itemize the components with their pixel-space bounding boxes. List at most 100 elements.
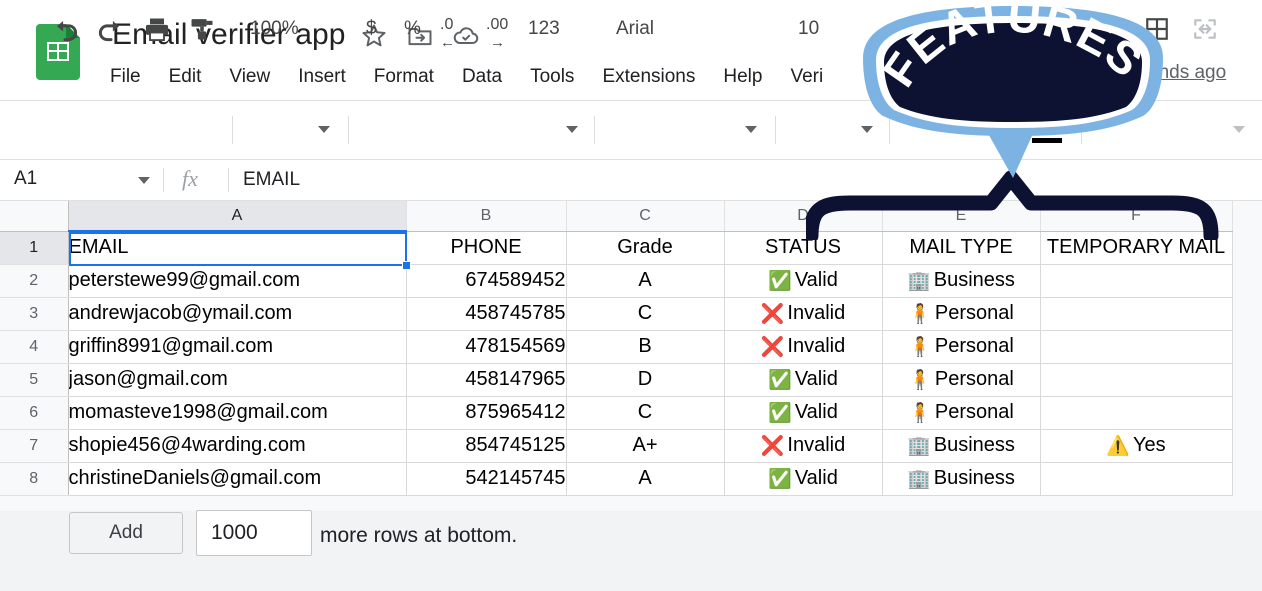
column-header-d[interactable]: D [724, 201, 883, 232]
font-family-selector[interactable]: Arial [616, 14, 654, 44]
cell-f3[interactable] [1040, 297, 1233, 331]
row-header-8[interactable]: 8 [0, 462, 69, 496]
font-size-caret-icon[interactable] [861, 126, 873, 133]
menu-item-tools[interactable]: Tools [516, 60, 588, 94]
cell-b3[interactable]: 458745785 [406, 297, 567, 331]
cell-b1[interactable]: PHONE [406, 231, 567, 265]
zoom-level[interactable]: 100% [250, 14, 299, 44]
cell-a4[interactable]: griffin8991@gmail.com [68, 330, 407, 364]
cell-f6[interactable] [1040, 396, 1233, 430]
menu-item-data[interactable]: Data [448, 60, 516, 94]
cell-f4[interactable] [1040, 330, 1233, 364]
cell-c8[interactable]: A [566, 462, 725, 496]
cell-d3[interactable]: ❌ Invalid [724, 297, 883, 331]
row-header-3[interactable]: 3 [0, 297, 69, 331]
font-family-caret-icon[interactable] [745, 126, 757, 133]
fill-handle[interactable] [402, 261, 411, 270]
borders-icon[interactable] [1144, 14, 1170, 44]
column-header-a[interactable]: A [68, 201, 407, 232]
cell-a3[interactable]: andrewjacob@ymail.com [68, 297, 407, 331]
redo-icon[interactable] [96, 14, 126, 44]
fill-color-icon[interactable] [1100, 14, 1126, 44]
paint-format-icon[interactable] [188, 14, 216, 44]
menu-item-file[interactable]: File [110, 60, 155, 94]
row-header-2[interactable]: 2 [0, 264, 69, 298]
merge-cells-icon[interactable] [1192, 14, 1218, 44]
text-color-swatch[interactable] [1032, 138, 1062, 143]
cell-d5[interactable]: ✅ Valid [724, 363, 883, 397]
cell-b5[interactable]: 458147965 [406, 363, 567, 397]
menu-item-insert[interactable]: Insert [284, 60, 360, 94]
cell-d1[interactable]: STATUS [724, 231, 883, 265]
cell-e1[interactable]: MAIL TYPE [882, 231, 1041, 265]
cell-b4[interactable]: 478154569 [406, 330, 567, 364]
font-size-selector[interactable]: 10 [798, 14, 819, 44]
bold-button[interactable]: B [905, 14, 920, 44]
cell-d8[interactable]: ✅ Valid [724, 462, 883, 496]
more-formats-button[interactable]: 123 [528, 14, 560, 44]
row-header-6[interactable]: 6 [0, 396, 69, 430]
menu-item-edit[interactable]: Edit [155, 60, 216, 94]
more-formats-caret-icon[interactable] [566, 126, 578, 133]
cell-e4[interactable]: 🧍 Personal [882, 330, 1041, 364]
menu-item-view[interactable]: View [215, 60, 284, 94]
percent-format-button[interactable]: % [404, 14, 421, 44]
cell-a5[interactable]: jason@gmail.com [68, 363, 407, 397]
cell-c3[interactable]: C [566, 297, 725, 331]
merge-caret-icon[interactable] [1233, 126, 1245, 133]
cell-f7[interactable]: ⚠️ Yes [1040, 429, 1233, 463]
cell-a1[interactable]: EMAIL [68, 231, 407, 265]
column-header-f[interactable]: F [1040, 201, 1233, 232]
cloud-saved-icon[interactable] [452, 22, 480, 50]
cell-c6[interactable]: C [566, 396, 725, 430]
italic-button[interactable]: I [950, 14, 958, 44]
name-box-caret-icon[interactable] [138, 177, 150, 184]
add-rows-count-input[interactable] [196, 510, 312, 556]
cell-c1[interactable]: Grade [566, 231, 725, 265]
cell-f1[interactable]: TEMPORARY MAIL [1040, 231, 1233, 265]
select-all-corner[interactable] [0, 201, 69, 232]
cell-a6[interactable]: momasteve1998@gmail.com [68, 396, 407, 430]
cell-b2[interactable]: 674589452 [406, 264, 567, 298]
cell-b6[interactable]: 875965412 [406, 396, 567, 430]
row-header-5[interactable]: 5 [0, 363, 69, 397]
cell-f5[interactable] [1040, 363, 1233, 397]
currency-format-button[interactable]: $ [366, 14, 377, 44]
cell-d7[interactable]: ❌ Invalid [724, 429, 883, 463]
zoom-caret-icon[interactable] [318, 126, 330, 133]
print-icon[interactable] [143, 14, 171, 44]
cell-e3[interactable]: 🧍 Personal [882, 297, 1041, 331]
cell-d4[interactable]: ❌ Invalid [724, 330, 883, 364]
column-header-e[interactable]: E [882, 201, 1041, 232]
cell-e5[interactable]: 🧍 Personal [882, 363, 1041, 397]
menu-item-help[interactable]: Help [709, 60, 776, 94]
formula-input[interactable]: EMAIL [243, 169, 300, 191]
column-header-c[interactable]: C [566, 201, 725, 232]
cell-e7[interactable]: 🏢 Business [882, 429, 1041, 463]
cell-d6[interactable]: ✅ Valid [724, 396, 883, 430]
cell-a7[interactable]: shopie456@4warding.com [68, 429, 407, 463]
undo-icon[interactable] [50, 14, 80, 44]
cell-e2[interactable]: 🏢 Business [882, 264, 1041, 298]
cell-c4[interactable]: B [566, 330, 725, 364]
cell-f8[interactable] [1040, 462, 1233, 496]
cell-a2[interactable]: peterstewe99@gmail.com [68, 264, 407, 298]
menu-item-format[interactable]: Format [360, 60, 448, 94]
menu-item-verify[interactable]: Veri [776, 60, 837, 94]
text-color-button[interactable]: A [1035, 10, 1049, 40]
name-box[interactable]: A1 [14, 168, 134, 190]
cell-c7[interactable]: A+ [566, 429, 725, 463]
row-header-4[interactable]: 4 [0, 330, 69, 364]
cell-c5[interactable]: D [566, 363, 725, 397]
cell-e6[interactable]: 🧍 Personal [882, 396, 1041, 430]
cell-d2[interactable]: ✅ Valid [724, 264, 883, 298]
row-header-7[interactable]: 7 [0, 429, 69, 463]
cell-b7[interactable]: 854745125 [406, 429, 567, 463]
last-edit-status[interactable]: onds ago [1148, 62, 1226, 84]
cell-b8[interactable]: 542145745 [406, 462, 567, 496]
add-rows-button[interactable]: Add [69, 512, 183, 554]
cell-a8[interactable]: christineDaniels@gmail.com [68, 462, 407, 496]
cell-c2[interactable]: A [566, 264, 725, 298]
column-header-b[interactable]: B [406, 201, 567, 232]
row-header-1[interactable]: 1 [0, 231, 69, 265]
